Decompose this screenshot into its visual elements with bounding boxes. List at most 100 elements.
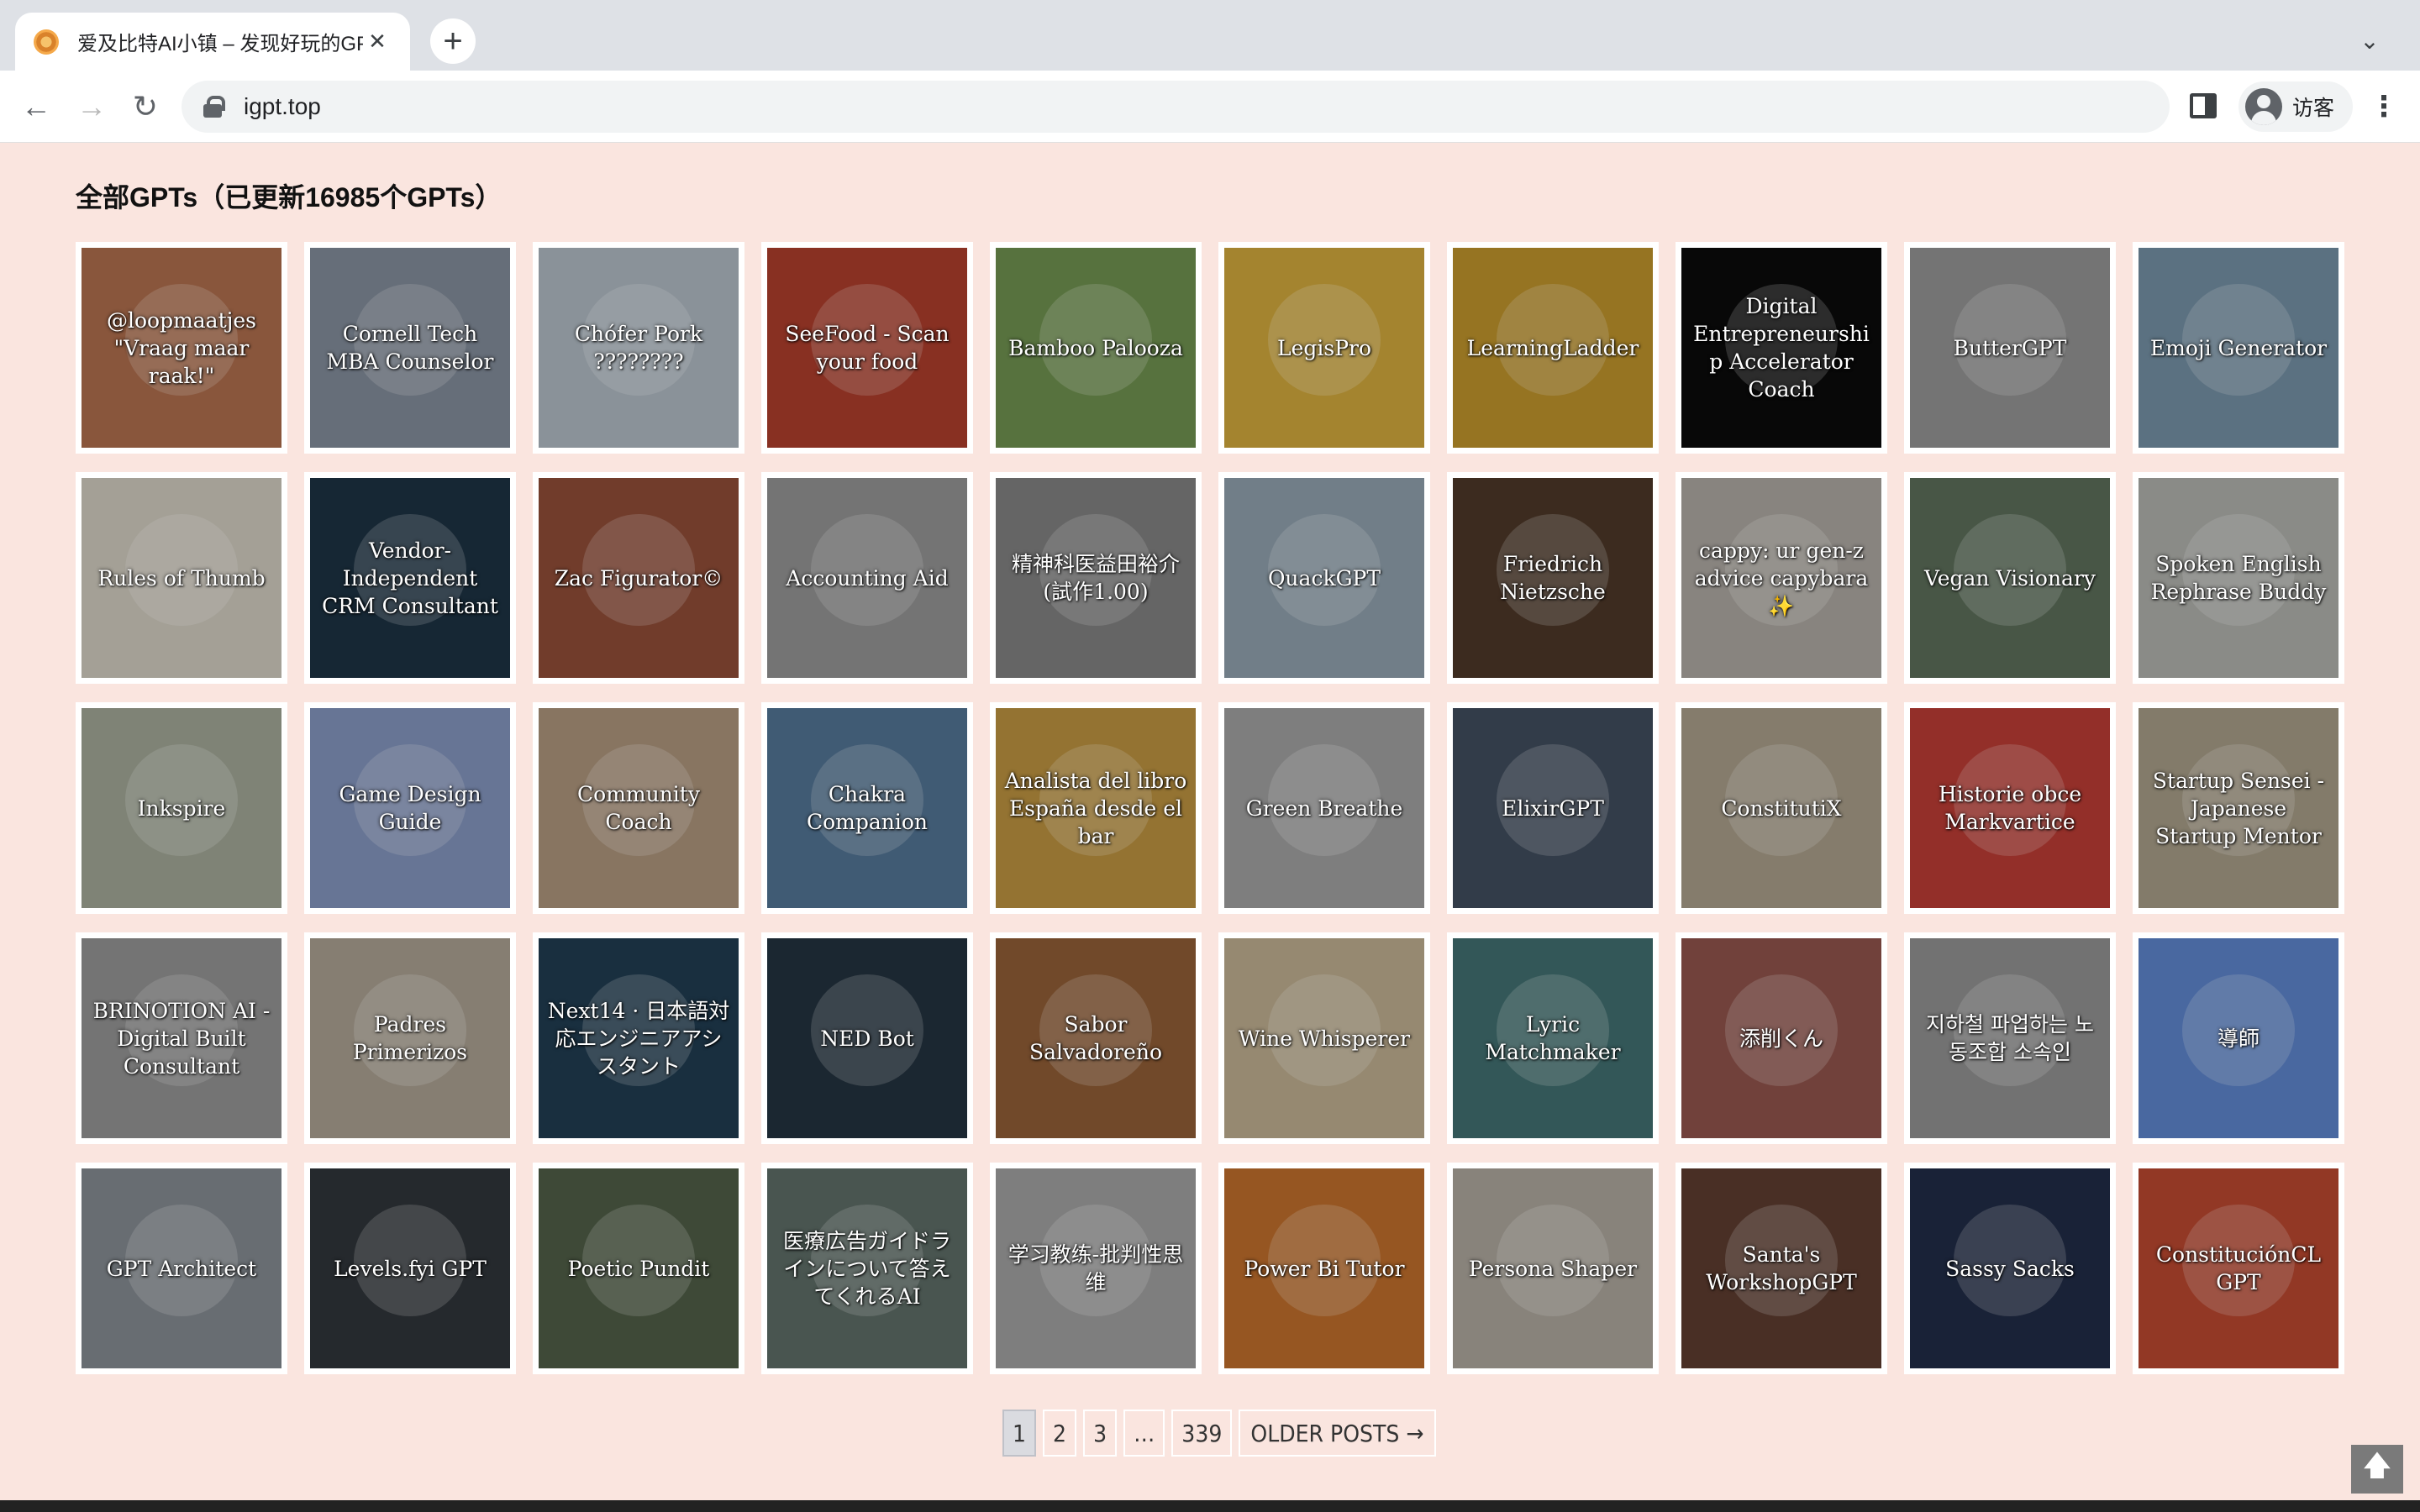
gpt-card-title[interactable]: 医療広告ガイドラインについて答えてくれるAI (767, 1227, 967, 1310)
gpt-card[interactable]: NED Bot (761, 932, 973, 1144)
gpt-card[interactable]: Sassy Sacks (1904, 1163, 2116, 1374)
gpt-card-thumbnail[interactable]: 導師 (2139, 938, 2338, 1138)
gpt-card-thumbnail[interactable]: LegisPro (1224, 248, 1424, 448)
gpt-card-title[interactable]: Sabor Salvadoreño (996, 1011, 1196, 1066)
gpt-card-title[interactable]: ConstitutiX (1712, 795, 1849, 822)
gpt-card-title[interactable]: Vegan Visionary (1916, 564, 2104, 592)
gpt-card-title[interactable]: QuackGPT (1260, 564, 1389, 592)
gpt-card-title[interactable]: 添削くん (1731, 1025, 1832, 1053)
gpt-card[interactable]: 医療広告ガイドラインについて答えてくれるAI (761, 1163, 973, 1374)
gpt-card-thumbnail[interactable]: Rules of Thumb (82, 478, 281, 678)
gpt-card-title[interactable]: Green Breathe (1238, 795, 1412, 822)
gpt-card-thumbnail[interactable]: Levels.fyi GPT (310, 1168, 510, 1368)
gpt-card[interactable]: ButterGPT (1904, 242, 2116, 454)
gpt-card-thumbnail[interactable]: 学习教练-批判性思维 (996, 1168, 1196, 1368)
gpt-card[interactable]: 精神科医益田裕介(試作1.00) (990, 472, 1202, 684)
more-menu-icon[interactable]: ⋮ (2370, 87, 2398, 126)
gpt-card[interactable]: Friedrich Nietzsche (1447, 472, 1659, 684)
gpt-card-title[interactable]: Historie obce Markvartice (1910, 780, 2110, 836)
gpt-card-title[interactable]: Wine Whisperer (1230, 1025, 1418, 1053)
gpt-card-title[interactable]: Power Bi Tutor (1235, 1255, 1413, 1283)
gpt-card-thumbnail[interactable]: Power Bi Tutor (1224, 1168, 1424, 1368)
gpt-card-title[interactable]: @loopmaatjes "Vraag maar raak!" (82, 307, 281, 390)
gpt-card[interactable]: cappy: ur gen-z advice capybara ✨ (1676, 472, 1887, 684)
gpt-card[interactable]: Inkspire (76, 702, 287, 914)
gpt-card-title[interactable]: cappy: ur gen-z advice capybara ✨ (1681, 537, 1881, 620)
gpt-card[interactable]: ConstitutiX (1676, 702, 1887, 914)
gpt-card[interactable]: 学习教练-批判性思维 (990, 1163, 1202, 1374)
gpt-card-thumbnail[interactable]: Zac Figurator© (539, 478, 739, 678)
gpt-card-title[interactable]: Zac Figurator© (546, 564, 732, 592)
gpt-card[interactable]: Wine Whisperer (1218, 932, 1430, 1144)
gpt-card[interactable]: SeeFood - Scan your food (761, 242, 973, 454)
gpt-card-title[interactable]: Chakra Companion (767, 780, 967, 836)
gpt-card-thumbnail[interactable]: BRINOTION AI - Digital Built Consultant (82, 938, 281, 1138)
gpt-card-thumbnail[interactable]: Vendor-Independent CRM Consultant (310, 478, 510, 678)
gpt-card-title[interactable]: 지하철 파업하는 노동조합 소속인 (1910, 1011, 2110, 1066)
gpt-card-title[interactable]: Community Coach (539, 780, 739, 836)
gpt-card-title[interactable]: Sassy Sacks (1937, 1255, 2083, 1283)
gpt-card-thumbnail[interactable]: Next14 · 日本語対応エンジニアアシスタント (539, 938, 739, 1138)
gpt-card-title[interactable]: BRINOTION AI - Digital Built Consultant (82, 997, 281, 1080)
gpt-card[interactable]: Persona Shaper (1447, 1163, 1659, 1374)
gpt-card-thumbnail[interactable]: Bamboo Palooza (996, 248, 1196, 448)
gpt-card-thumbnail[interactable]: GPT Architect (82, 1168, 281, 1368)
gpt-card[interactable]: Levels.fyi GPT (304, 1163, 516, 1374)
older-posts-button[interactable]: OLDER POSTS → (1239, 1410, 1436, 1457)
gpt-card-thumbnail[interactable]: NED Bot (767, 938, 967, 1138)
gpt-card-thumbnail[interactable]: Lyric Matchmaker (1453, 938, 1653, 1138)
gpt-card-title[interactable]: Startup Sensei - Japanese Startup Mentor (2139, 767, 2338, 850)
gpt-card[interactable]: ConstituciónCL GPT (2133, 1163, 2344, 1374)
gpt-card-thumbnail[interactable]: Chakra Companion (767, 708, 967, 908)
gpt-card-thumbnail[interactable]: Friedrich Nietzsche (1453, 478, 1653, 678)
gpt-card-thumbnail[interactable]: Green Breathe (1224, 708, 1424, 908)
profile-button[interactable]: 访客 (2238, 81, 2353, 132)
gpt-card-title[interactable]: Padres Primerizos (310, 1011, 510, 1066)
gpt-card-title[interactable]: Persona Shaper (1460, 1255, 1645, 1283)
gpt-card[interactable]: Sabor Salvadoreño (990, 932, 1202, 1144)
gpt-card-title[interactable]: Levels.fyi GPT (325, 1255, 495, 1283)
new-tab-button[interactable]: + (430, 18, 476, 64)
page-number-button[interactable]: 339 (1171, 1410, 1233, 1457)
url-text[interactable]: igpt.top (244, 93, 321, 120)
gpt-card[interactable]: Power Bi Tutor (1218, 1163, 1430, 1374)
lock-icon[interactable] (203, 96, 225, 118)
gpt-card-title[interactable]: NED Bot (812, 1025, 923, 1053)
gpt-card-title[interactable]: Bamboo Palooza (1000, 334, 1192, 362)
gpt-card-title[interactable]: Next14 · 日本語対応エンジニアアシスタント (539, 997, 739, 1080)
gpt-card-title[interactable]: Cornell Tech MBA Counselor (310, 320, 510, 375)
gpt-card[interactable]: @loopmaatjes "Vraag maar raak!" (76, 242, 287, 454)
gpt-card[interactable]: Spoken English Rephrase Buddy (2133, 472, 2344, 684)
gpt-card-thumbnail[interactable]: @loopmaatjes "Vraag maar raak!" (82, 248, 281, 448)
gpt-card-thumbnail[interactable]: 精神科医益田裕介(試作1.00) (996, 478, 1196, 678)
gpt-card[interactable]: Cornell Tech MBA Counselor (304, 242, 516, 454)
gpt-card-title[interactable]: Accounting Aid (777, 564, 956, 592)
gpt-card-thumbnail[interactable]: Emoji Generator (2139, 248, 2338, 448)
browser-tab[interactable]: 爱及比特AI小镇 – 发现好玩的GPTs ✕ (15, 13, 410, 71)
gpt-card-title[interactable]: Digital Entrepreneurship Accelerator Coa… (1681, 292, 1881, 403)
gpt-card[interactable]: Santa's WorkshopGPT (1676, 1163, 1887, 1374)
gpt-card-title[interactable]: 導師 (2209, 1025, 2268, 1053)
gpt-card-title[interactable]: ButterGPT (1945, 334, 2075, 362)
gpt-card[interactable]: Vegan Visionary (1904, 472, 2116, 684)
page-number-button[interactable]: 2 (1043, 1410, 1077, 1457)
gpt-card[interactable]: 添削くん (1676, 932, 1887, 1144)
gpt-card-thumbnail[interactable]: Startup Sensei - Japanese Startup Mentor (2139, 708, 2338, 908)
gpt-card[interactable]: LegisPro (1218, 242, 1430, 454)
gpt-card[interactable]: Vendor-Independent CRM Consultant (304, 472, 516, 684)
forward-arrow-icon[interactable]: → (71, 86, 113, 128)
gpt-card[interactable]: 지하철 파업하는 노동조합 소속인 (1904, 932, 2116, 1144)
gpt-card[interactable]: Startup Sensei - Japanese Startup Mentor (2133, 702, 2344, 914)
gpt-card-thumbnail[interactable]: ButterGPT (1910, 248, 2110, 448)
gpt-card-title[interactable]: GPT Architect (98, 1255, 265, 1283)
gpt-card-thumbnail[interactable]: Chófer Pork ???????? (539, 248, 739, 448)
gpt-card-thumbnail[interactable]: Inkspire (82, 708, 281, 908)
gpt-card[interactable]: Zac Figurator© (533, 472, 744, 684)
gpt-card-thumbnail[interactable]: Digital Entrepreneurship Accelerator Coa… (1681, 248, 1881, 448)
gpt-card-title[interactable]: Lyric Matchmaker (1453, 1011, 1653, 1066)
gpt-card-thumbnail[interactable]: 지하철 파업하는 노동조합 소속인 (1910, 938, 2110, 1138)
gpt-card-thumbnail[interactable]: QuackGPT (1224, 478, 1424, 678)
gpt-card-title[interactable]: Game Design Guide (310, 780, 510, 836)
gpt-card[interactable]: LearningLadder (1447, 242, 1659, 454)
gpt-card-thumbnail[interactable]: ElixirGPT (1453, 708, 1653, 908)
